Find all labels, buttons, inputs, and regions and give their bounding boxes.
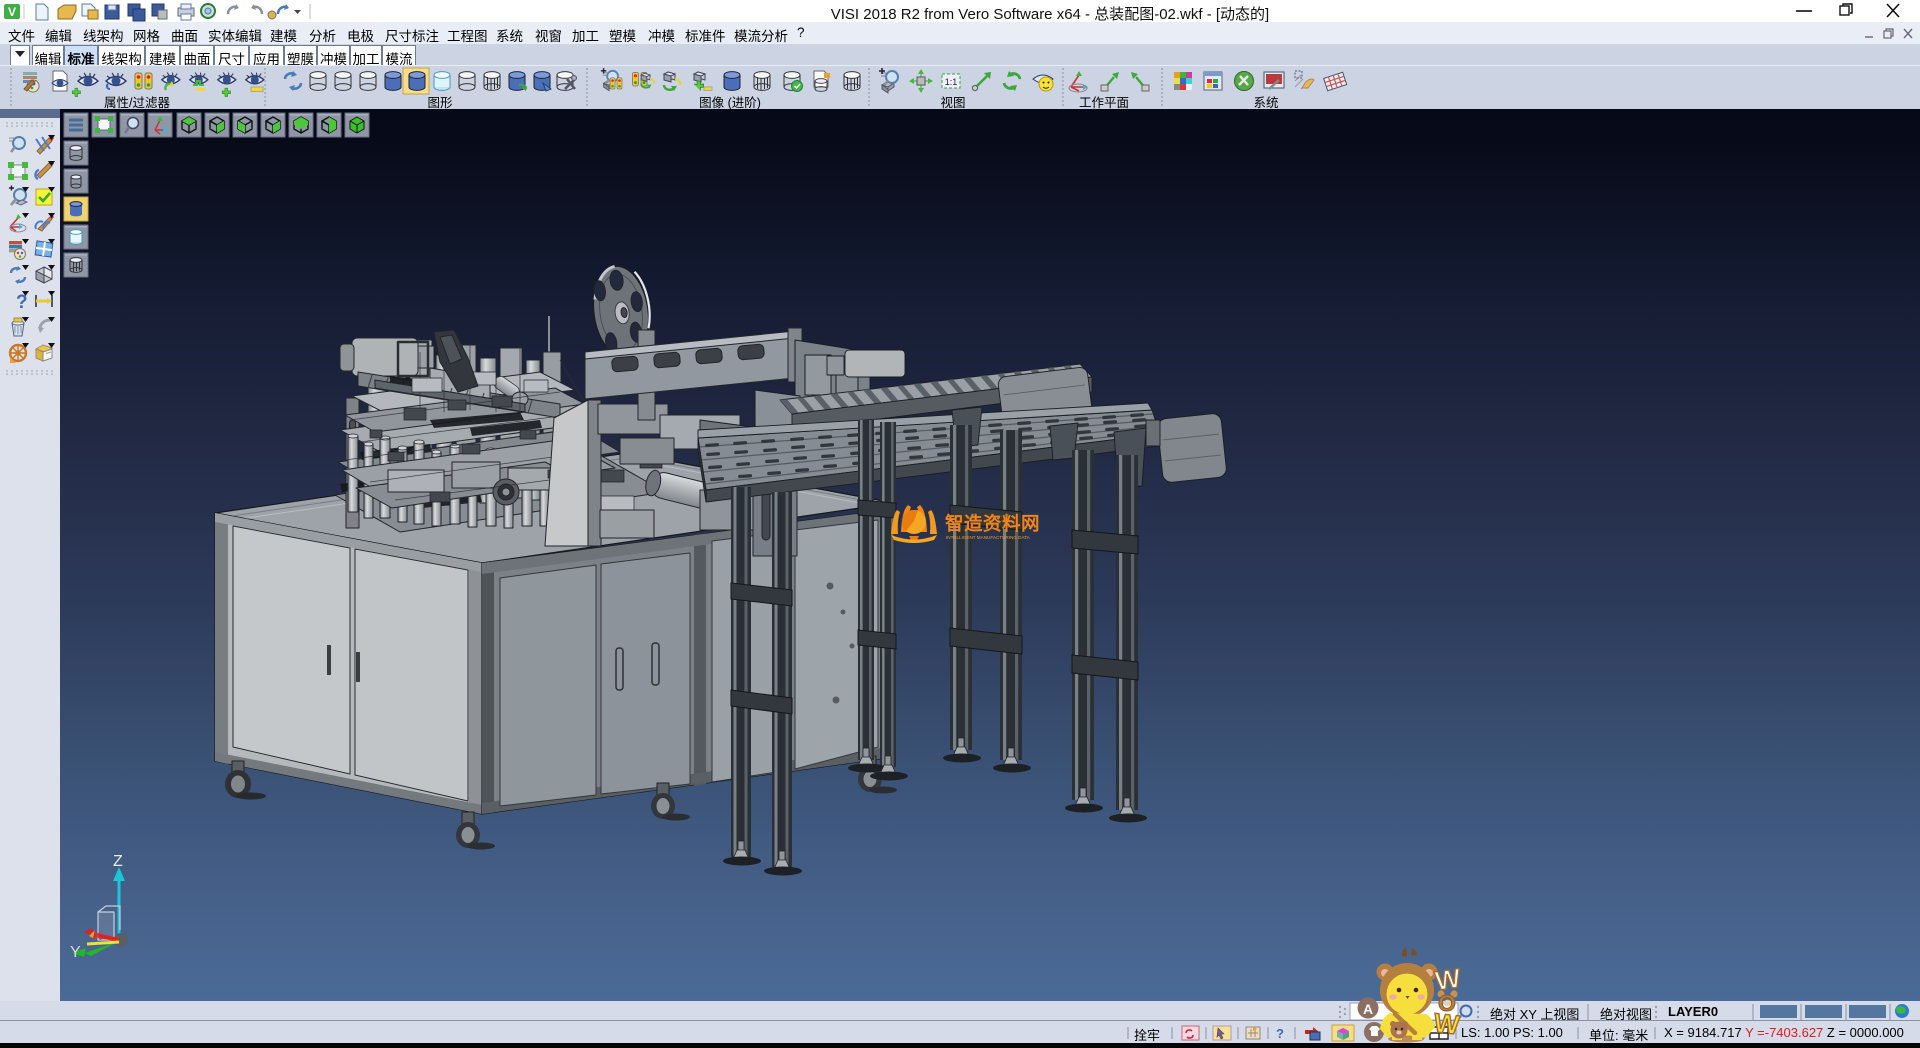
svg-text:智造资料网: 智造资料网 — [945, 513, 1040, 534]
svg-text:工作平面: 工作平面 — [1079, 96, 1129, 110]
svg-text:X: X — [93, 928, 102, 943]
svg-text:属性/过滤器: 属性/过滤器 — [104, 96, 170, 110]
svg-text:W: W — [1432, 1008, 1461, 1041]
svg-text:Y: Y — [70, 944, 81, 961]
svg-text:A: A — [1363, 1001, 1373, 1017]
svg-text:?: ? — [1276, 1026, 1284, 1041]
svg-text:Z: Z — [113, 853, 123, 870]
svg-text:V: V — [8, 5, 16, 19]
svg-text:系统: 系统 — [1253, 96, 1278, 110]
svg-text:INTELLIGENT MANUFACTURING DATA: INTELLIGENT MANUFACTURING DATA — [946, 535, 1031, 540]
svg-text:图像 (进阶): 图像 (进阶) — [699, 96, 761, 110]
svg-text:图形: 图形 — [427, 96, 453, 110]
svg-text:视图: 视图 — [940, 95, 965, 110]
